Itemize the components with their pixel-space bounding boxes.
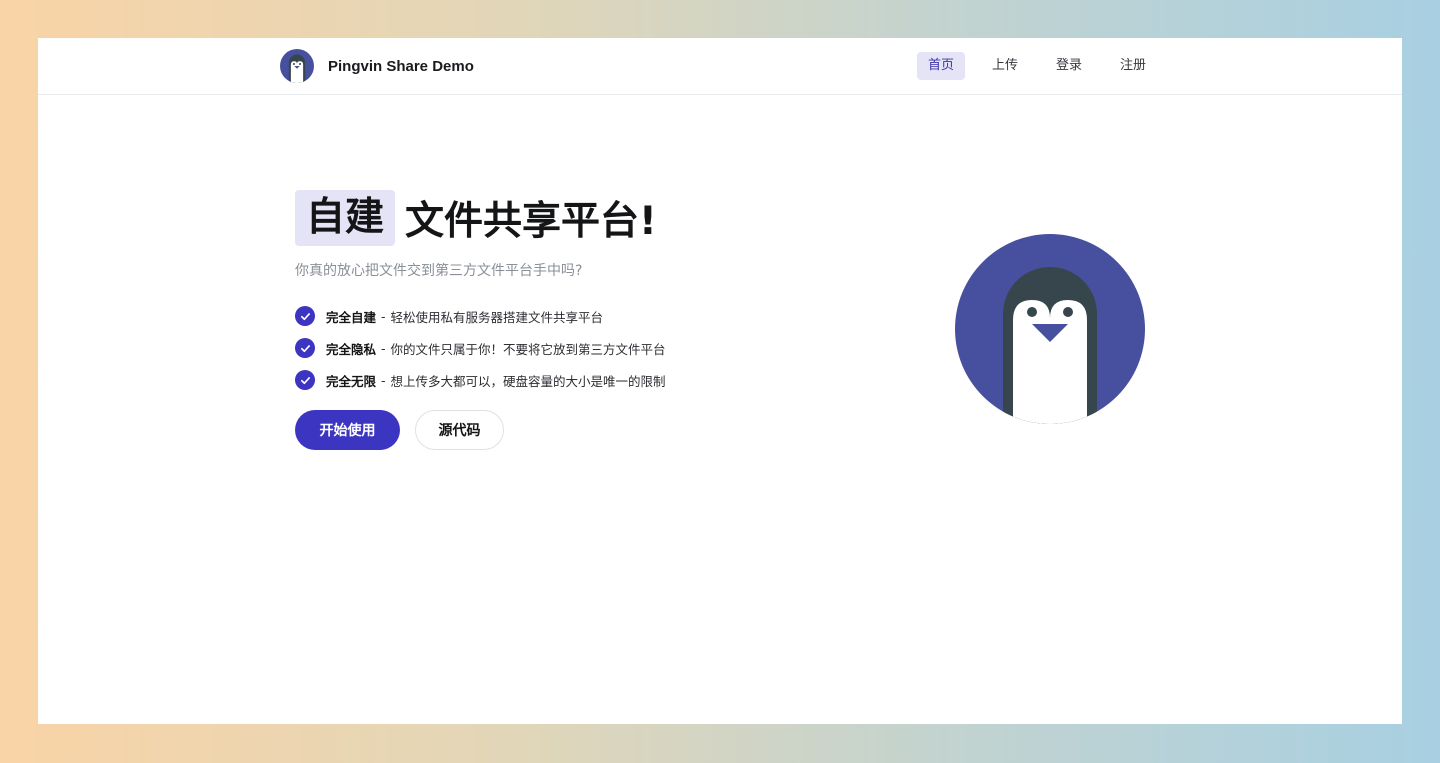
feature-title: 完全无限 <box>326 373 377 389</box>
check-icon <box>295 306 315 326</box>
check-icon <box>295 338 315 358</box>
feature-separator: - <box>381 372 386 388</box>
check-icon <box>295 370 315 390</box>
feature-item: 完全无限 - 想上传多大都可以，硬盘容量的大小是唯一的限制 <box>295 370 775 390</box>
brand[interactable]: Pingvin Share Demo <box>280 49 474 83</box>
hero-section: 自建 文件共享平台! 你真的放心把文件交到第三方文件平台手中吗? 完全自建 - … <box>295 190 775 450</box>
get-started-button[interactable]: 开始使用 <box>295 410 400 450</box>
app-name: Pingvin Share Demo <box>328 57 474 75</box>
feature-item: 完全隐私 - 你的文件只属于你！不要将它放到第三方文件平台 <box>295 338 775 358</box>
nav-upload[interactable]: 上传 <box>981 52 1029 80</box>
penguin-logo-icon <box>280 49 314 83</box>
nav-login[interactable]: 登录 <box>1045 52 1093 80</box>
app-window: Pingvin Share Demo 首页 上传 登录 注册 自建 文件共享平台… <box>38 38 1402 724</box>
penguin-mascot-icon <box>955 234 1145 424</box>
feature-item: 完全自建 - 轻松使用私有服务器搭建文件共享平台 <box>295 306 775 326</box>
hero-buttons: 开始使用 源代码 <box>295 410 775 450</box>
feature-text: 轻松使用私有服务器搭建文件共享平台 <box>390 309 604 325</box>
nav-home[interactable]: 首页 <box>917 52 966 80</box>
navbar: Pingvin Share Demo 首页 上传 登录 注册 <box>38 38 1402 95</box>
feature-text: 想上传多大都可以，硬盘容量的大小是唯一的限制 <box>390 373 666 389</box>
feature-separator: - <box>381 308 386 324</box>
feature-separator: - <box>381 340 386 356</box>
feature-text: 你的文件只属于你！不要将它放到第三方文件平台 <box>390 341 666 357</box>
nav-signup[interactable]: 注册 <box>1109 52 1157 80</box>
main-nav: 首页 上传 登录 注册 <box>917 52 1173 80</box>
feature-title: 完全自建 <box>326 309 377 325</box>
title-text: 文件共享平台! <box>405 199 657 244</box>
source-code-button[interactable]: 源代码 <box>415 410 504 450</box>
title-highlight: 自建 <box>295 190 396 246</box>
hero-title: 自建 文件共享平台! <box>295 190 775 246</box>
hero-subtitle: 你真的放心把文件交到第三方文件平台手中吗? <box>295 263 583 279</box>
feature-title: 完全隐私 <box>326 341 377 357</box>
feature-list: 完全自建 - 轻松使用私有服务器搭建文件共享平台 完全隐私 - 你的文件只属于你… <box>295 306 775 390</box>
